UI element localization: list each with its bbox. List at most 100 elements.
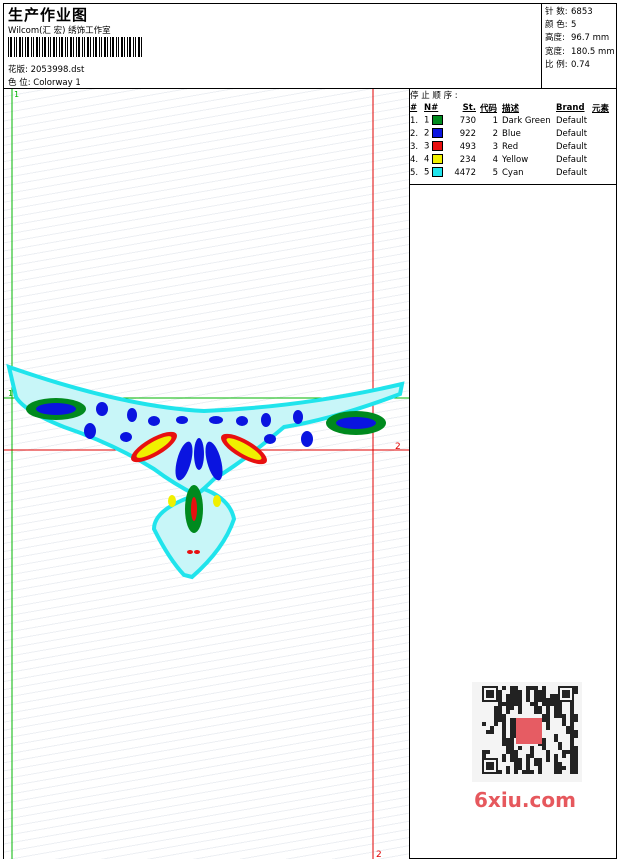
col-code: 代码 xyxy=(480,103,498,114)
stat-row: 高度: 96.7 mm xyxy=(545,32,615,45)
dot-blue xyxy=(127,408,137,422)
table-row: 4. 4 234 4 Yellow Default xyxy=(410,153,609,166)
row-element xyxy=(592,153,609,166)
dot-blue xyxy=(209,416,223,424)
row-code: 3 xyxy=(492,141,498,152)
petal-blue xyxy=(194,438,204,470)
row-n: 1 xyxy=(424,114,454,127)
stat-row: 宽度: 180.5 mm xyxy=(545,46,615,59)
row-desc: Yellow xyxy=(502,154,529,165)
stat-row: 针 数: 6853 xyxy=(545,6,615,19)
row-stitches: 922 xyxy=(459,128,476,139)
dot-yellow xyxy=(168,495,176,507)
row-stitches: 493 xyxy=(459,141,476,152)
stat-label: 颜 色: xyxy=(545,20,568,31)
dot-blue xyxy=(261,413,271,427)
row-stitches: 234 xyxy=(459,154,476,165)
marker-green-top: 1 xyxy=(14,90,19,99)
row-n: 3 xyxy=(424,140,454,153)
row-element xyxy=(592,114,609,127)
design-canvas: 1 1 2 2 xyxy=(4,89,409,859)
stat-value: 6853 xyxy=(571,7,593,17)
row-num: 1. xyxy=(410,115,419,126)
dot-blue xyxy=(176,416,188,424)
row-code: 2 xyxy=(492,128,498,139)
dot-red xyxy=(187,550,193,554)
stat-value: 180.5 mm xyxy=(571,46,615,57)
design-value: 2053998.dst xyxy=(30,65,85,75)
watermark: 6xiu.com xyxy=(474,788,576,812)
row-element xyxy=(592,140,609,153)
col-num: # xyxy=(410,102,418,113)
panel-divider xyxy=(409,88,410,859)
row-brand: Default xyxy=(556,128,588,139)
row-num: 3. xyxy=(410,141,419,152)
col-brand: Brand xyxy=(556,102,585,113)
col-desc: 描述 xyxy=(502,103,520,114)
marker-red-right: 2 xyxy=(395,442,401,452)
row-element xyxy=(592,166,609,179)
row-desc: Cyan xyxy=(502,167,524,178)
row-num: 4. xyxy=(410,154,419,165)
row-n: 2 xyxy=(424,127,454,140)
dot-blue xyxy=(96,402,108,416)
row-brand: Default xyxy=(556,141,588,152)
stop-sequence-title: 停 止 顺 序 : xyxy=(410,91,458,101)
stats-divider xyxy=(541,3,542,88)
row-num: 2. xyxy=(410,128,419,139)
stat-label: 宽度: xyxy=(545,46,565,57)
stat-value: 5 xyxy=(571,20,577,31)
dot-red xyxy=(194,550,200,554)
dot-blue xyxy=(293,410,303,424)
colorway-value: Colorway 1 xyxy=(33,78,81,88)
stat-row: 比 例: 0.74 xyxy=(545,59,615,72)
company-name: Wilcom(汇 宏) 绣饰工作室 xyxy=(8,26,111,36)
marker-red-bottom: 2 xyxy=(376,850,382,859)
dot-blue xyxy=(236,416,248,426)
stat-row: 颜 色: 5 xyxy=(545,19,615,32)
row-stitches: 730 xyxy=(459,115,476,126)
row-n: 4 xyxy=(424,153,454,166)
color-swatch xyxy=(432,128,444,139)
table-row: 1. 1 730 1 Dark Green Default xyxy=(410,114,609,127)
row-code: 4 xyxy=(492,154,498,165)
table-row: 3. 3 493 3 Red Default xyxy=(410,140,609,153)
color-swatch xyxy=(432,115,444,126)
row-stitches: 4472 xyxy=(454,167,476,178)
row-desc: Dark Green xyxy=(502,115,551,126)
qr-code xyxy=(472,682,582,782)
color-table: # N# St. 代码 描述 Brand 元素 1. 1 730 1 Dark Gre… xyxy=(410,101,609,179)
colorway-label: 色 位: xyxy=(8,78,31,88)
dot-blue xyxy=(84,423,96,439)
marker-green-left: 1 xyxy=(8,389,13,398)
stat-value: 96.7 mm xyxy=(571,33,610,44)
row-desc: Red xyxy=(502,141,519,152)
barcode xyxy=(8,37,142,57)
stat-label: 针 数: xyxy=(545,7,568,17)
row-code: 5 xyxy=(492,167,498,178)
leaf-left-inner xyxy=(36,403,76,415)
dot-blue xyxy=(148,416,160,426)
color-swatch xyxy=(432,141,444,152)
dot-blue xyxy=(301,431,313,447)
row-brand: Default xyxy=(556,167,588,178)
row-brand: Default xyxy=(556,154,588,165)
dot-blue xyxy=(120,432,132,442)
col-element: 元素 xyxy=(592,103,610,114)
stat-label: 比 例: xyxy=(545,59,568,70)
dot-yellow xyxy=(213,495,221,507)
row-n: 5 xyxy=(424,166,454,179)
row-code: 1 xyxy=(492,115,498,126)
row-desc: Blue xyxy=(502,128,521,139)
row-brand: Default xyxy=(556,115,588,126)
stats-block: 针 数: 6853 颜 色: 5 高度: 96.7 mm 宽度: 180.5 mm 比 … xyxy=(545,6,615,72)
color-swatch xyxy=(432,154,444,165)
table-row: 2. 2 922 2 Blue Default xyxy=(410,127,609,140)
row-num: 5. xyxy=(410,167,419,178)
embroidery-preview: 1 1 2 2 xyxy=(4,89,409,859)
stat-label: 高度: xyxy=(545,33,565,44)
stat-value: 0.74 xyxy=(571,59,590,70)
design-label: 花版: xyxy=(8,65,28,75)
table-header: # N# St. 代码 描述 Brand 元素 xyxy=(410,101,609,114)
row-element xyxy=(592,127,609,140)
